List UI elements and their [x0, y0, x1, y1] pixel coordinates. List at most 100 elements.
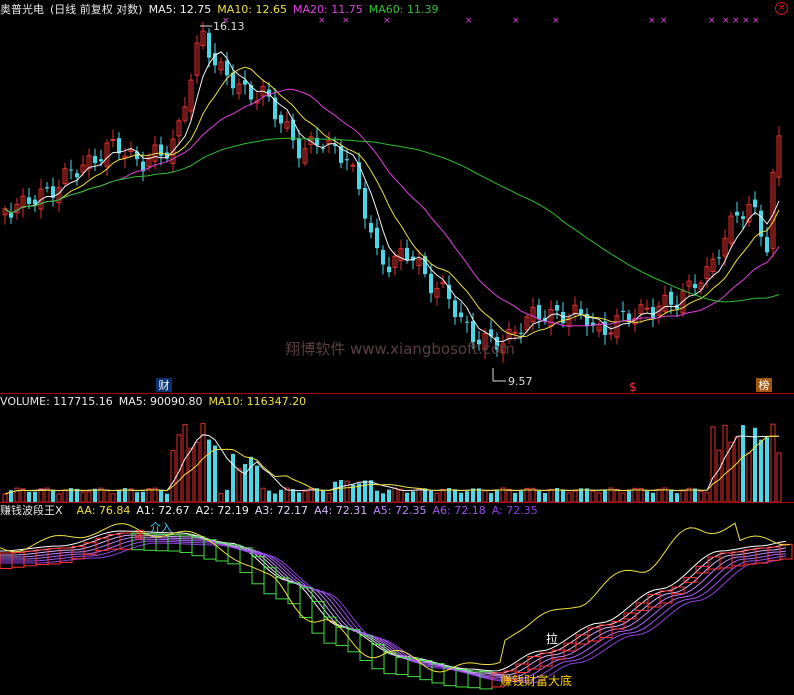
- volume-bar: [339, 480, 343, 502]
- candle-body: [69, 169, 73, 171]
- candle-body: [621, 310, 625, 312]
- a4-label: A4: 72.31: [314, 504, 368, 517]
- dollar-badge[interactable]: $: [629, 380, 637, 394]
- candle-body: [375, 227, 379, 249]
- candle-body: [405, 247, 409, 260]
- indicator-step-box: [383, 652, 397, 675]
- volume-bar: [489, 493, 493, 502]
- volume-bar: [519, 491, 523, 502]
- volume-ma-lines: [4, 434, 780, 495]
- weak-note: 弱: [134, 529, 145, 542]
- volume-chart: [2, 423, 782, 502]
- volume-bar: [363, 480, 367, 502]
- volume-bar: [669, 489, 673, 502]
- candle-body: [225, 60, 229, 76]
- signal-x-markers: × × × × × × × × × × × × × ×: [222, 16, 760, 26]
- candle-body: [741, 216, 745, 219]
- volume-bar: [170, 449, 176, 502]
- volume-bar: [194, 441, 200, 502]
- volume-bar: [506, 488, 512, 502]
- signal-x-marker: ×: [660, 16, 668, 26]
- volume-bar: [614, 488, 620, 502]
- candle-body: [99, 159, 103, 162]
- indicator-step-box: [359, 635, 373, 661]
- candle-body: [321, 148, 325, 150]
- indicator-chart: 弱 介入 拉 赚钱财富大底: [0, 521, 793, 690]
- bottom-note: 赚钱财富大底: [500, 673, 572, 688]
- volume-ma5-label: MA5: 90090.80: [118, 395, 203, 408]
- volume-bar: [759, 439, 763, 502]
- volume-bar: [260, 487, 266, 502]
- volume-bar: [93, 488, 97, 502]
- candle-body: [669, 291, 673, 305]
- volume-bar: [188, 447, 194, 502]
- volume-bar: [321, 490, 325, 502]
- volume-bar: [80, 491, 86, 502]
- volume-bar: [344, 480, 350, 502]
- indicator-step-box: [575, 634, 589, 645]
- candle-body: [735, 211, 739, 216]
- signal-x-marker: ×: [465, 16, 473, 26]
- volume-bar: [2, 493, 8, 502]
- volume-bar: [146, 488, 152, 502]
- indicator-step-box: [395, 657, 409, 675]
- volume-bar: [273, 493, 277, 502]
- volume-bar: [231, 453, 235, 502]
- volume-bar: [369, 480, 373, 502]
- candle-body: [207, 32, 211, 58]
- volume-bar: [75, 488, 79, 502]
- low-marker: 9.57: [508, 375, 533, 388]
- signal-x-marker: ×: [552, 16, 560, 26]
- indicator-fan-line: [0, 540, 787, 682]
- volume-bar: [141, 491, 145, 502]
- volume-bar: [375, 490, 379, 502]
- volume-bar: [716, 449, 722, 502]
- volume-bar: [62, 489, 68, 502]
- candle-body: [717, 257, 721, 259]
- ma60-line: [4, 137, 780, 303]
- volume-ma10-line: [4, 435, 780, 495]
- volume-panel-header: VOLUME: 117715.16 MA5: 90090.80 MA10: 1163…: [0, 394, 312, 409]
- volume-bar: [620, 492, 626, 502]
- volume-bar: [416, 487, 422, 502]
- volume-bar: [392, 487, 398, 502]
- volume-bar: [213, 445, 217, 502]
- candle-body: [471, 321, 475, 343]
- a3-label: A3: 72.17: [254, 504, 309, 517]
- signal-x-marker: ×: [648, 16, 656, 26]
- volume-bar: [302, 490, 308, 502]
- volume-bar: [566, 492, 572, 502]
- rank-badge-label: 榜: [759, 378, 770, 392]
- volume-bar: [722, 424, 728, 502]
- candle-body: [93, 156, 97, 164]
- volume-bar: [728, 441, 734, 502]
- volume-bar: [627, 490, 631, 502]
- finance-badge-label: 财: [159, 378, 170, 392]
- candle-body: [644, 307, 650, 310]
- ma20-line: [4, 88, 780, 327]
- volume-bar: [429, 490, 433, 502]
- candle-body: [555, 305, 559, 311]
- candle-body: [459, 312, 463, 318]
- volume-bar: [225, 489, 229, 502]
- volume-bar: [543, 492, 547, 502]
- candle-body: [345, 159, 349, 161]
- volume-bar: [495, 489, 499, 502]
- volume-bar: [590, 490, 596, 502]
- candle-body: [465, 321, 469, 323]
- volume-bar: [645, 491, 649, 502]
- volume-bar: [110, 493, 116, 502]
- signal-x-marker: ×: [742, 16, 750, 26]
- price-chart: × × × × × × × × × × × × × × 翔博软件 www.xiangbosoft.com …: [2, 16, 782, 394]
- candle-body: [75, 173, 79, 178]
- candle-body: [579, 309, 583, 315]
- volume-bar: [453, 489, 457, 502]
- volume-bar: [381, 493, 385, 502]
- candle-body: [350, 164, 356, 167]
- candle-body: [381, 249, 385, 265]
- indicator-step-boxes: [0, 532, 793, 690]
- volume-label: VOLUME: 117715.16: [0, 395, 113, 408]
- candle-body: [159, 144, 163, 156]
- volume-bar: [513, 492, 517, 502]
- candle-body: [429, 273, 433, 294]
